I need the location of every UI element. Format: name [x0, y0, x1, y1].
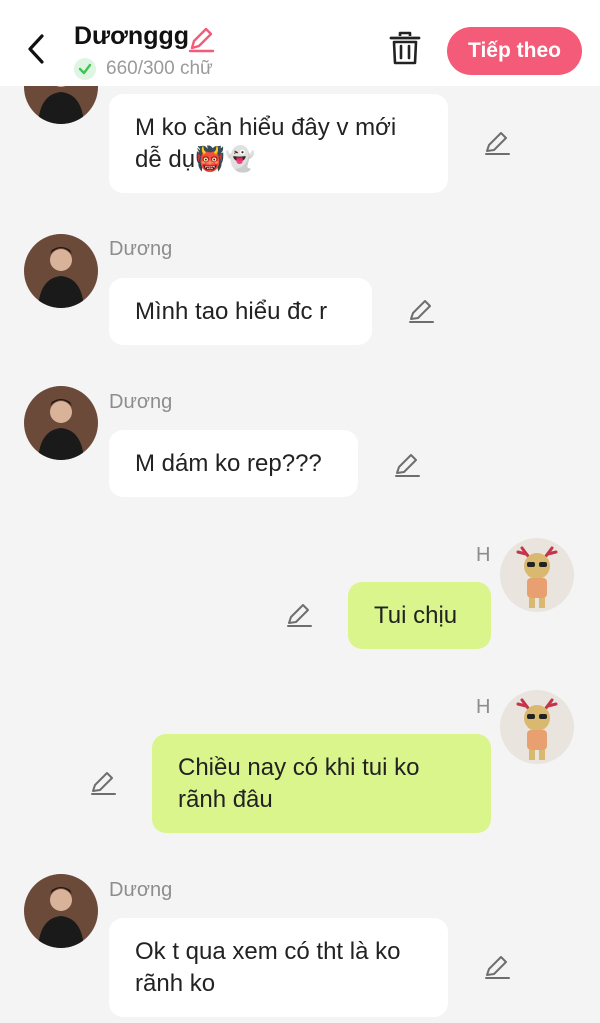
- message-bubble[interactable]: Ok t qua xem có tht là ko rãnh ko: [109, 918, 448, 1017]
- avatar[interactable]: [500, 538, 574, 612]
- message-bubble[interactable]: M ko cần hiểu đây v mới dễ dụ👹👻: [109, 94, 448, 193]
- top-bar: Dươnggg 660/300 chữ Tiếp theo: [0, 0, 600, 86]
- message-bubble[interactable]: Tui chịu: [348, 582, 491, 649]
- message-bubble[interactable]: M dám ko rep???: [109, 430, 358, 497]
- edit-pencil-icon: [287, 604, 312, 627]
- next-button[interactable]: Tiếp theo: [447, 27, 582, 75]
- edit-message-button[interactable]: [88, 768, 118, 798]
- message-text: Ok t qua xem có tht là ko rãnh ko: [135, 937, 401, 997]
- sender-name: Dương: [109, 238, 173, 260]
- sender-name: Dương: [109, 391, 173, 413]
- edit-message-button[interactable]: [482, 128, 512, 158]
- edit-message-button[interactable]: [406, 296, 436, 326]
- word-count: 660/300 chữ: [106, 58, 213, 79]
- check-circle-icon: [74, 58, 96, 80]
- delete-button[interactable]: [388, 30, 422, 66]
- message-bubble[interactable]: Chiều nay có khi tui ko rãnh đâu: [152, 734, 491, 833]
- edit-message-button[interactable]: [284, 600, 314, 630]
- message-text: M dám ko rep???: [135, 449, 322, 477]
- edit-pencil-icon: [409, 300, 434, 323]
- avatar[interactable]: [24, 234, 98, 308]
- edit-pencil-icon: [395, 454, 420, 477]
- message-text: Mình tao hiểu đc r: [135, 297, 328, 325]
- back-arrow-icon: [28, 34, 44, 64]
- message-bubble[interactable]: Mình tao hiểu đc r: [109, 278, 372, 345]
- word-count-row: 660/300 chữ: [74, 57, 213, 81]
- message-text: Tui chịu: [374, 601, 458, 629]
- edit-pencil-icon: [91, 772, 116, 795]
- edit-message-button[interactable]: [392, 450, 422, 480]
- message-text: Chiều nay có khi tui ko rãnh đâu: [178, 753, 420, 813]
- sender-name: H: [476, 696, 491, 718]
- sender-name: Dương: [109, 879, 173, 901]
- message-text: M ko cần hiểu đây v mới dễ dụ👹👻: [135, 113, 397, 173]
- pencil-icon: [188, 27, 215, 53]
- edit-message-button[interactable]: [482, 952, 512, 982]
- avatar[interactable]: [500, 690, 574, 764]
- chat-title: Dươnggg: [74, 22, 190, 50]
- trash-icon: [389, 31, 421, 65]
- edit-pencil-icon: [485, 956, 510, 979]
- avatar[interactable]: [24, 386, 98, 460]
- rename-button[interactable]: [186, 24, 216, 54]
- avatar[interactable]: [24, 874, 98, 948]
- back-button[interactable]: [22, 32, 52, 66]
- sender-name: H: [476, 544, 491, 566]
- edit-pencil-icon: [485, 132, 510, 155]
